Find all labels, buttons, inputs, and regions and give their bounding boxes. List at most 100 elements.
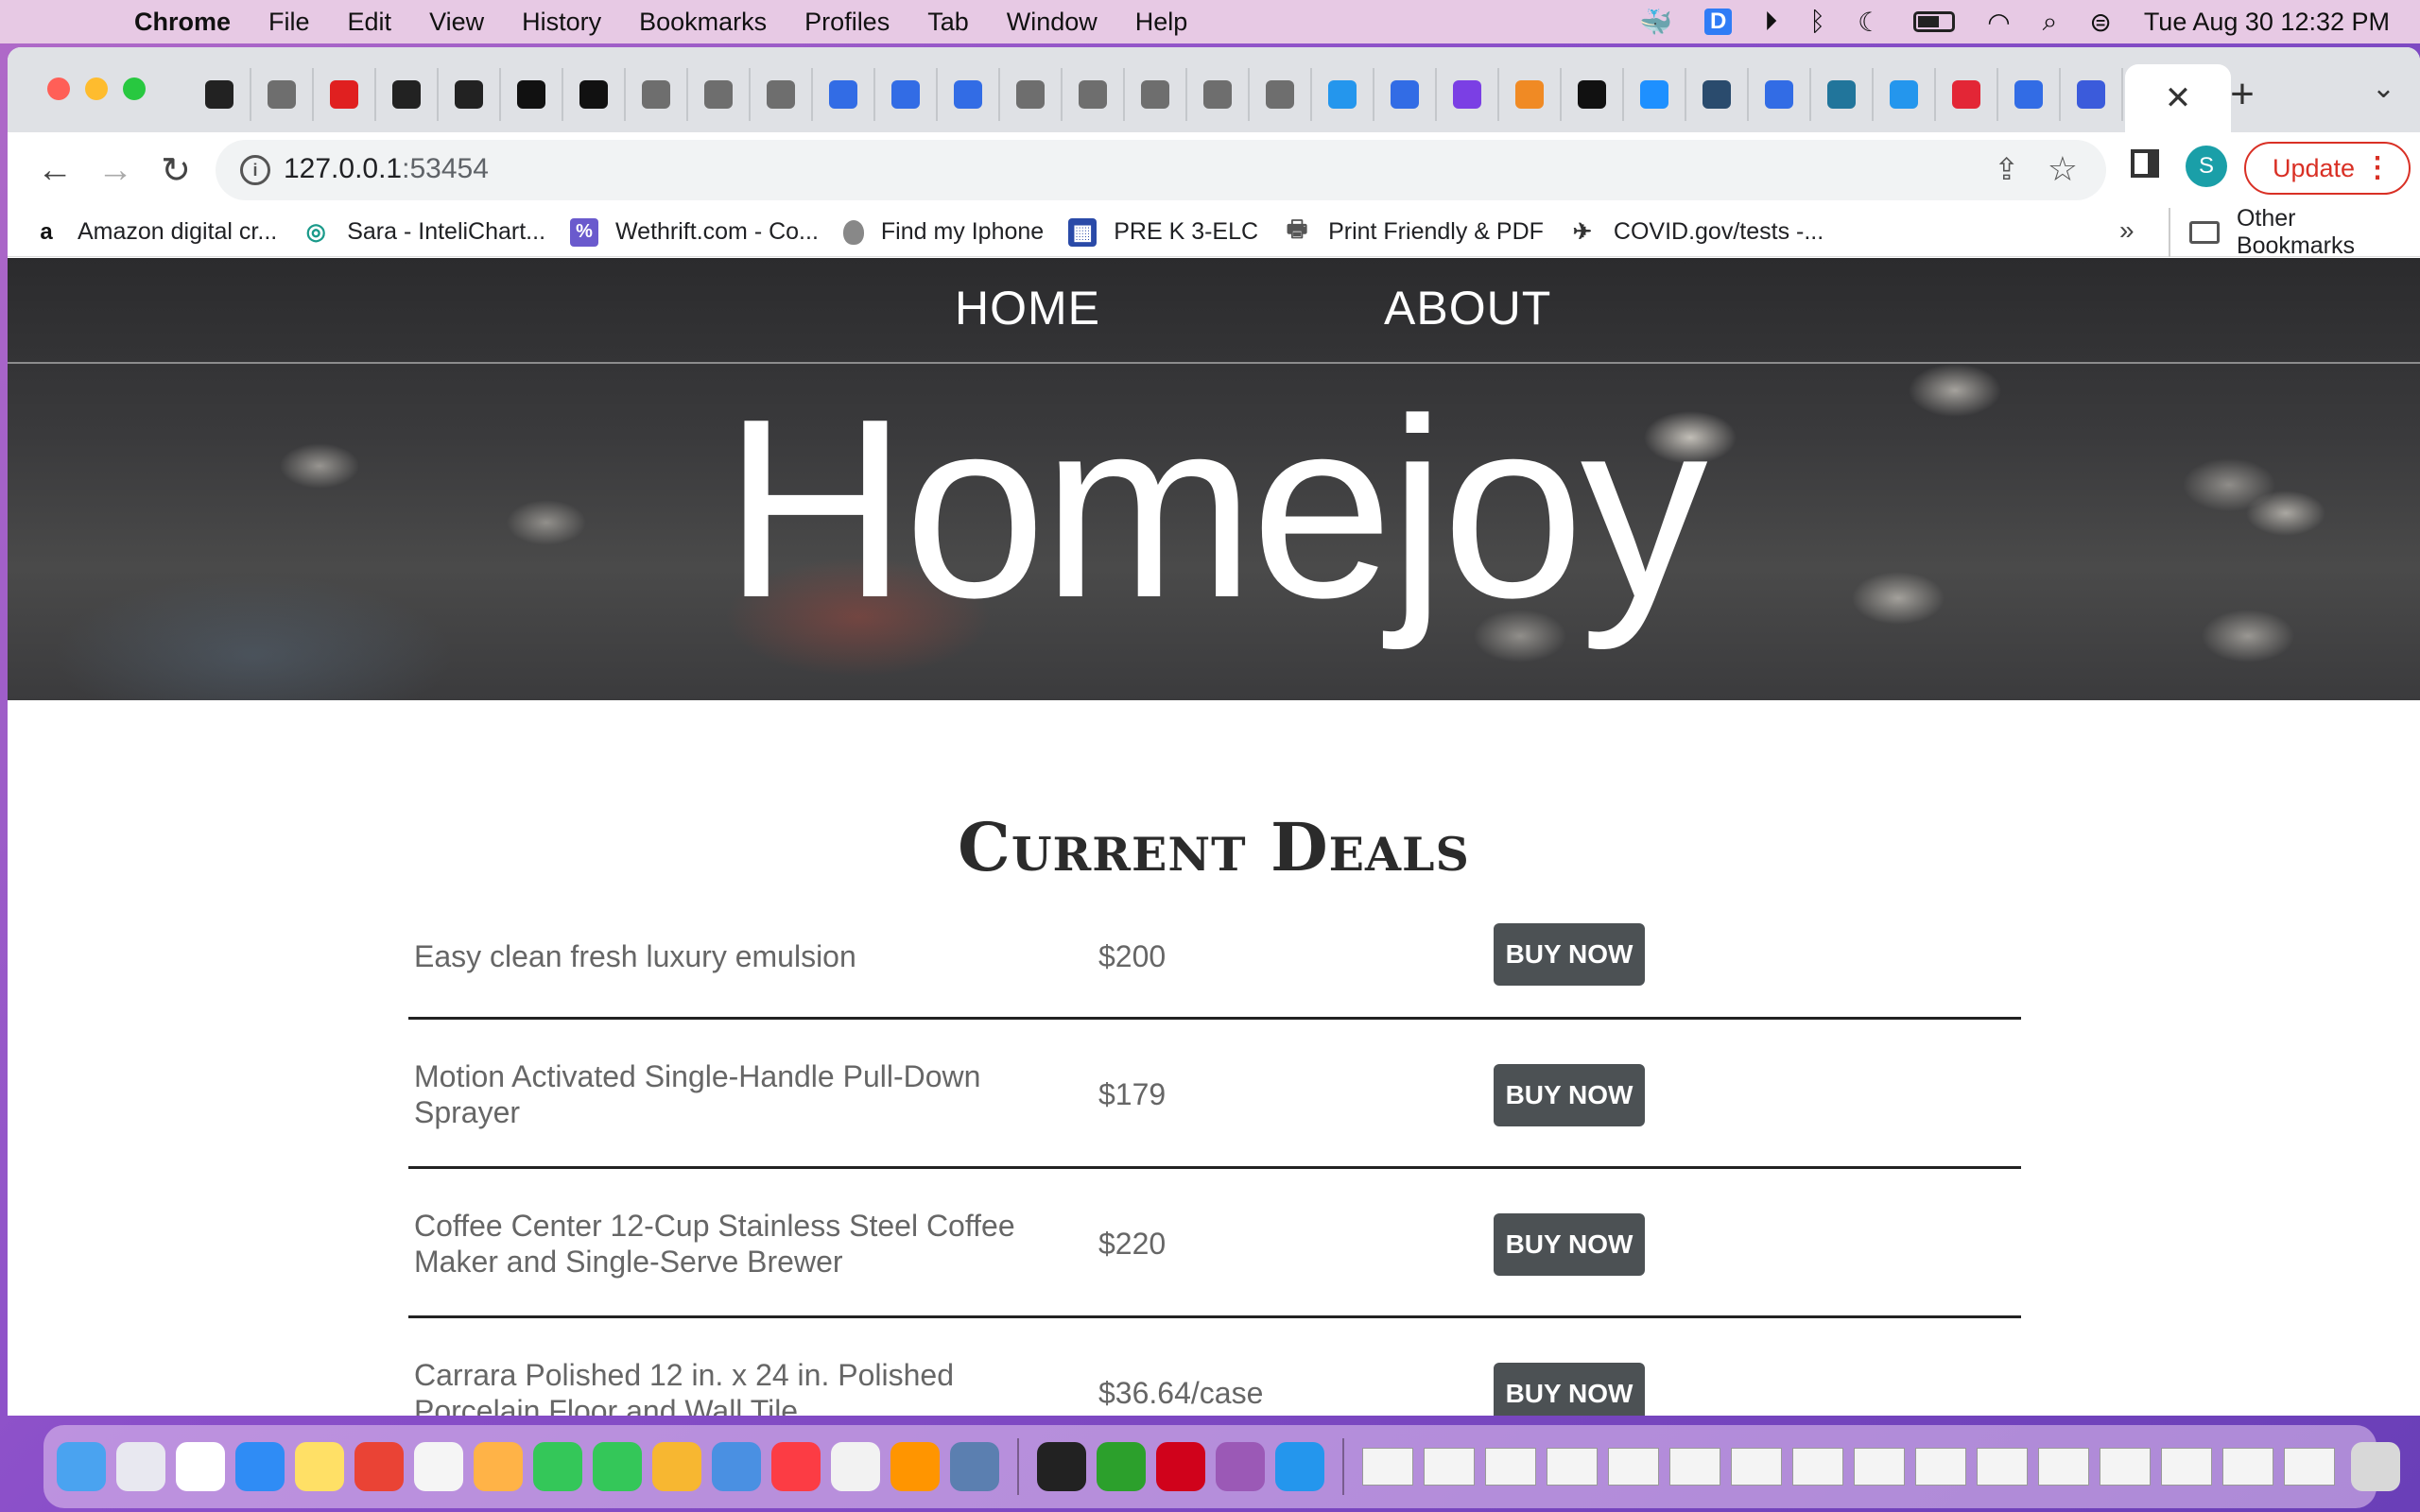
dock-app-icon[interactable] <box>771 1442 821 1491</box>
forward-arrow-icon[interactable]: → <box>93 147 138 193</box>
dock-window-thumbnail[interactable] <box>2100 1448 2151 1486</box>
bookmark-pre-k[interactable]: ▦ PRE K 3-ELC <box>1068 217 1258 247</box>
dock-window-thumbnail[interactable] <box>2161 1448 2212 1486</box>
bluetooth-icon[interactable]: ᛒ <box>1809 7 1825 37</box>
browser-tab[interactable] <box>813 68 875 121</box>
dock-window-thumbnail[interactable] <box>1854 1448 1905 1486</box>
browser-tab[interactable] <box>875 68 938 121</box>
browser-tab[interactable] <box>688 68 751 121</box>
dock-app-icon[interactable] <box>652 1442 701 1491</box>
browser-tab[interactable] <box>1187 68 1250 121</box>
dock-window-thumbnail[interactable] <box>1608 1448 1659 1486</box>
dock-app-icon[interactable] <box>295 1442 344 1491</box>
dock-app-icon[interactable] <box>474 1442 523 1491</box>
nav-home-link[interactable]: HOME <box>955 281 1100 335</box>
tab-search-chevron-icon[interactable]: ⌄ <box>2372 72 2395 105</box>
dock-app-icon[interactable] <box>533 1442 582 1491</box>
menu-bookmarks[interactable]: Bookmarks <box>639 8 767 37</box>
dock-app-icon[interactable] <box>176 1442 225 1491</box>
dock-window-thumbnail[interactable] <box>1792 1448 1843 1486</box>
browser-tab[interactable] <box>563 68 626 121</box>
browser-tab[interactable] <box>1063 68 1125 121</box>
bookmark-star-icon[interactable]: ☆ <box>2048 149 2078 189</box>
search-icon[interactable]: ⌕ <box>2043 7 2058 38</box>
menu-history[interactable]: History <box>522 8 601 37</box>
d-app-status-icon[interactable]: D <box>1703 9 1733 35</box>
browser-tab[interactable] <box>439 68 501 121</box>
dock-window-thumbnail[interactable] <box>1977 1448 2028 1486</box>
update-button[interactable]: Update ⋮ <box>2244 142 2411 195</box>
browser-tab[interactable] <box>1000 68 1063 121</box>
reload-icon[interactable]: ↻ <box>153 147 199 193</box>
trash-icon[interactable] <box>2351 1442 2400 1491</box>
dock-window-thumbnail[interactable] <box>1424 1448 1475 1486</box>
browser-tab[interactable] <box>1374 68 1437 121</box>
menu-help[interactable]: Help <box>1135 8 1188 37</box>
more-menu-icon[interactable]: ⋮ <box>2363 151 2392 184</box>
profile-avatar[interactable]: S <box>2186 146 2227 187</box>
browser-tab[interactable] <box>2061 68 2123 121</box>
dock-window-thumbnail[interactable] <box>2284 1448 2335 1486</box>
site-info-icon[interactable]: i <box>240 155 270 185</box>
browser-tab[interactable] <box>1562 68 1624 121</box>
browser-tab[interactable] <box>189 68 251 121</box>
browser-tab[interactable] <box>1749 68 1811 121</box>
bookmark-intelichart[interactable]: ◎ Sara - InteliChart... <box>302 218 545 247</box>
browser-tab[interactable] <box>1936 68 1998 121</box>
browser-tab[interactable] <box>938 68 1000 121</box>
bookmarks-overflow-chevron[interactable]: » <box>2119 215 2135 246</box>
buy-now-button[interactable]: BUY NOW <box>1494 1213 1645 1276</box>
dock-app-icon[interactable] <box>712 1442 761 1491</box>
wifi-icon[interactable]: ◠ <box>1987 7 2010 38</box>
address-bar[interactable]: i 127.0.0.1:53454 ⇪ ☆ <box>216 140 2106 200</box>
browser-tab[interactable] <box>751 68 813 121</box>
browser-tab[interactable] <box>251 68 314 121</box>
dock-window-thumbnail[interactable] <box>1362 1448 1413 1486</box>
dock-app-icon[interactable] <box>57 1442 106 1491</box>
dock-window-thumbnail[interactable] <box>1731 1448 1782 1486</box>
menu-tab[interactable]: Tab <box>927 8 969 37</box>
new-tab-button[interactable]: + <box>2216 68 2269 121</box>
dock-app-icon[interactable] <box>1156 1442 1205 1491</box>
browser-tab[interactable] <box>1499 68 1562 121</box>
browser-tab[interactable] <box>1998 68 2061 121</box>
menu-window[interactable]: Window <box>1007 8 1098 37</box>
side-panel-icon[interactable] <box>2131 149 2159 178</box>
close-tab-icon[interactable]: ✕ <box>2165 79 2192 117</box>
browser-tab[interactable] <box>1874 68 1936 121</box>
menu-view[interactable]: View <box>429 8 484 37</box>
play-status-icon[interactable]: ⏵ <box>1764 7 1777 38</box>
dock-app-icon[interactable] <box>831 1442 880 1491</box>
share-icon[interactable]: ⇪ <box>1994 151 2019 187</box>
menu-profiles[interactable]: Profiles <box>804 8 890 37</box>
dock-app-icon[interactable] <box>1097 1442 1146 1491</box>
dock-window-thumbnail[interactable] <box>1669 1448 1720 1486</box>
dock-window-thumbnail[interactable] <box>1915 1448 1966 1486</box>
battery-icon[interactable] <box>1913 11 1956 32</box>
buy-now-button[interactable]: BUY NOW <box>1494 923 1645 986</box>
browser-tab[interactable] <box>1312 68 1374 121</box>
dock-app-icon[interactable] <box>354 1442 404 1491</box>
buy-now-button[interactable]: BUY NOW <box>1494 1064 1645 1126</box>
control-center-icon[interactable]: ⊜ <box>2089 7 2111 38</box>
dock-app-icon[interactable] <box>235 1442 285 1491</box>
moon-icon[interactable]: ☾ <box>1858 7 1881 38</box>
dock-app-icon[interactable] <box>1216 1442 1265 1491</box>
dock-app-icon[interactable] <box>116 1442 165 1491</box>
buy-now-button[interactable]: BUY NOW <box>1494 1363 1645 1416</box>
browser-tab[interactable] <box>376 68 439 121</box>
dock-app-icon[interactable] <box>593 1442 642 1491</box>
window-close-button[interactable] <box>47 77 70 100</box>
browser-tab[interactable] <box>1624 68 1686 121</box>
window-maximize-button[interactable] <box>123 77 146 100</box>
nav-about-link[interactable]: ABOUT <box>1384 281 1551 335</box>
menu-file[interactable]: File <box>268 8 310 37</box>
dock-app-icon[interactable] <box>414 1442 463 1491</box>
browser-tab[interactable] <box>501 68 563 121</box>
bookmark-amazon[interactable]: a Amazon digital cr... <box>32 218 277 247</box>
dock-window-thumbnail[interactable] <box>1485 1448 1536 1486</box>
dock-window-thumbnail[interactable] <box>1547 1448 1598 1486</box>
browser-tab[interactable] <box>1437 68 1499 121</box>
bookmark-covid-tests[interactable]: ✈ COVID.gov/tests -... <box>1568 218 1824 247</box>
menu-edit[interactable]: Edit <box>348 8 392 37</box>
